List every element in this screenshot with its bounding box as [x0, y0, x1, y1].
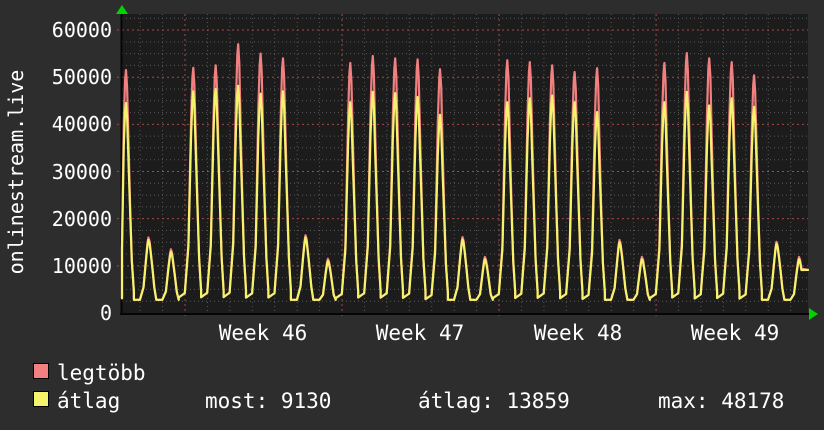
- legend-label-atlag: átlag: [57, 389, 121, 413]
- y-tick-label-60000: 60000: [51, 18, 112, 42]
- y-tick-label-50000: 50000: [51, 65, 112, 89]
- y-axis-title: onlinestream.live: [4, 69, 28, 275]
- y-tick-label-20000: 20000: [51, 207, 112, 231]
- x-tick-label-week-49: Week 49: [690, 321, 780, 345]
- x-tick-label-week-46: Week 46: [218, 321, 308, 345]
- y-tick-label-40000: 40000: [51, 112, 112, 136]
- x-tick-label-week-48: Week 48: [533, 321, 623, 345]
- stat-max: max: 48178: [658, 389, 785, 413]
- y-tick-label-0: 0: [99, 301, 112, 325]
- y-tick-label-30000: 30000: [51, 160, 112, 184]
- y-tick-label-10000: 10000: [51, 254, 112, 278]
- stat-most: most: 9130: [205, 389, 332, 413]
- legend-label-legtobb: legtöbb: [57, 361, 146, 385]
- x-axis-arrow-icon: [809, 308, 818, 320]
- rrd-graph: onlinestream.live 60000 50000 40000 3000…: [0, 0, 824, 430]
- legend-swatch-atlag: [33, 391, 49, 407]
- stat-atlag: átlag: 13859: [418, 389, 570, 413]
- legend-swatch-legtobb: [33, 363, 49, 379]
- y-axis-arrow-icon: [116, 5, 128, 14]
- x-tick-label-week-47: Week 47: [375, 321, 465, 345]
